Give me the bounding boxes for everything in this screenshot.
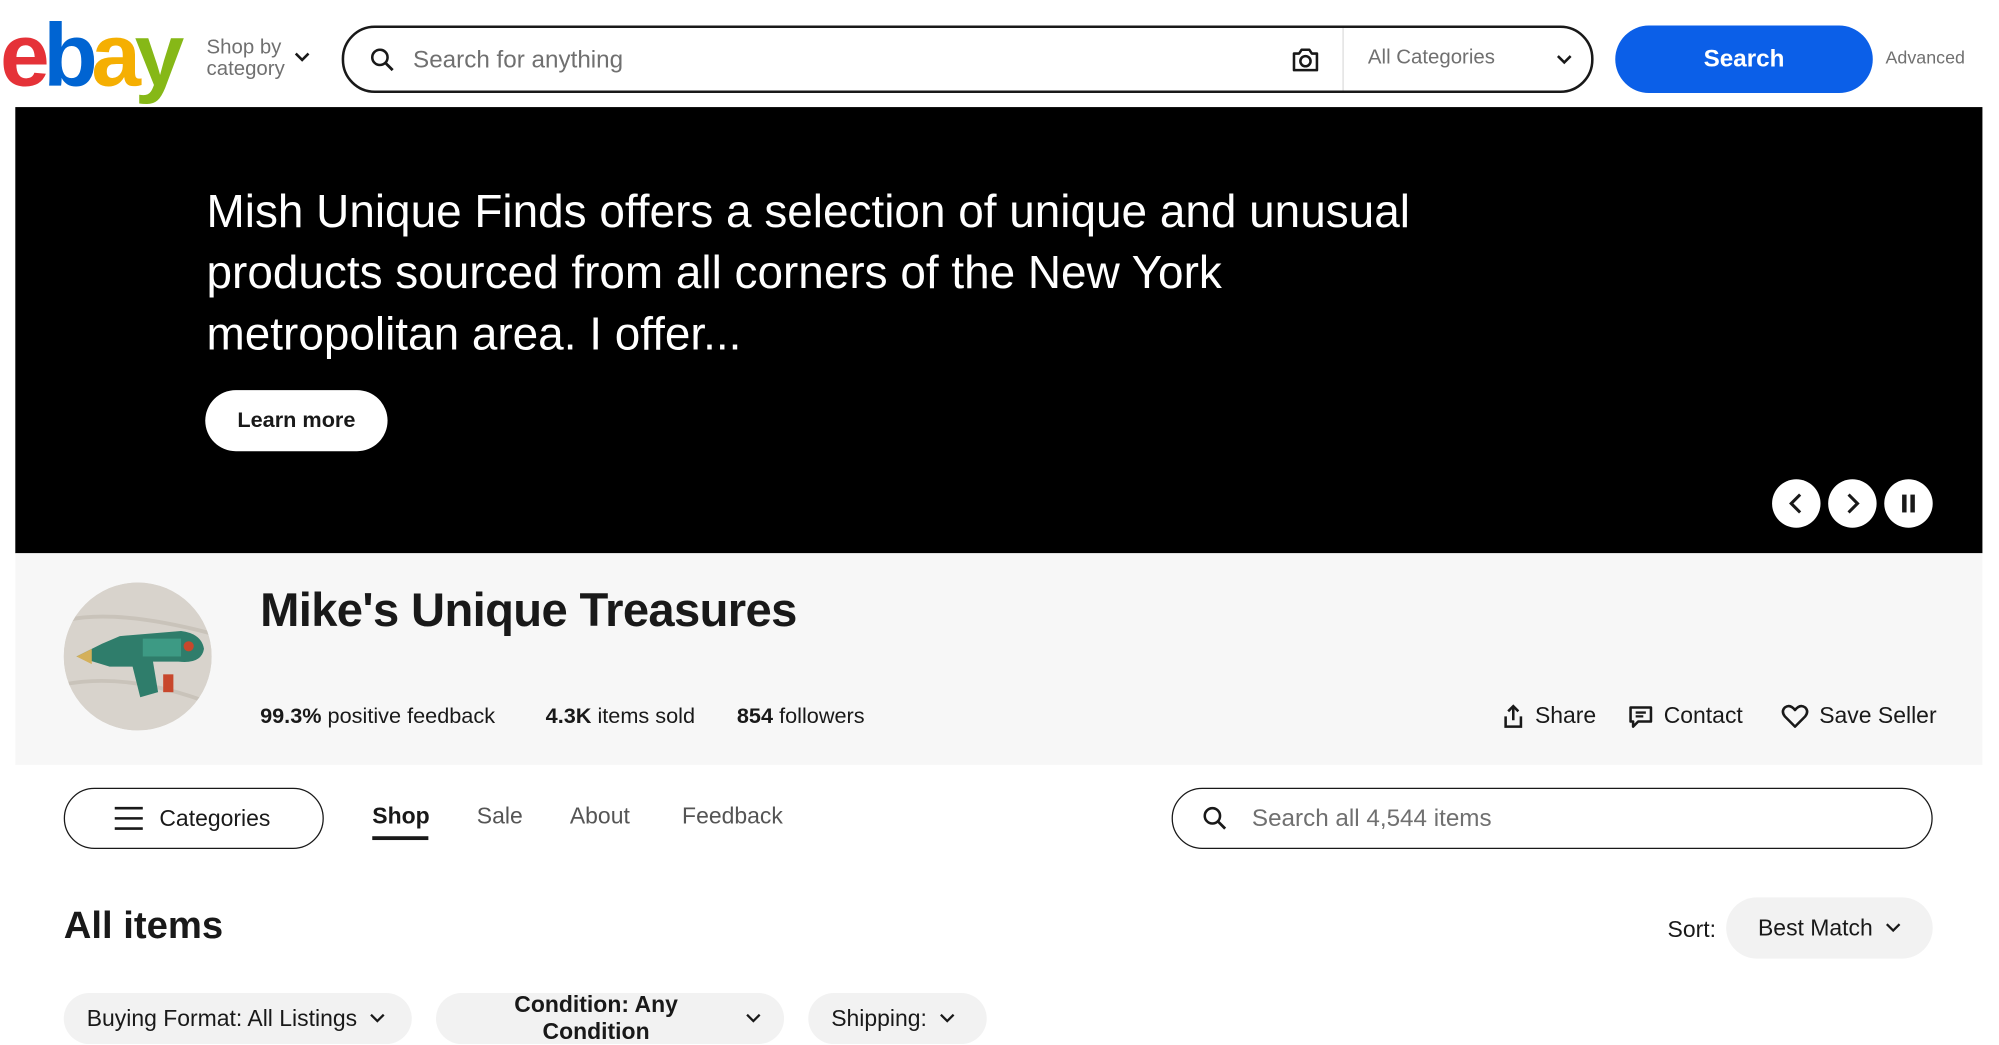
buying-format-filter[interactable]: Buying Format: All Listings bbox=[63, 993, 412, 1045]
tab-about[interactable]: About bbox=[570, 803, 630, 830]
heart-icon bbox=[1781, 704, 1809, 728]
search-button[interactable]: Search bbox=[1615, 25, 1873, 94]
items-sold-stat: 4.3K items sold bbox=[545, 703, 696, 728]
chevron-right-icon bbox=[1847, 493, 1860, 514]
condition-filter[interactable]: Condition: Any Condition bbox=[436, 992, 785, 1045]
banner-description: Mish Unique Finds offers a selection of … bbox=[206, 184, 1410, 360]
store-name: Mike's Unique Treasures bbox=[260, 583, 797, 637]
share-icon bbox=[1504, 703, 1523, 728]
chevron-down-icon[interactable] bbox=[1555, 54, 1573, 67]
shipping-filter[interactable]: Shipping: bbox=[808, 993, 987, 1045]
pause-slideshow-button[interactable] bbox=[1884, 479, 1933, 528]
chevron-left-icon bbox=[1789, 493, 1802, 514]
chevron-down-icon bbox=[940, 1013, 955, 1023]
learn-more-button[interactable]: Learn more bbox=[205, 390, 388, 452]
menu-icon bbox=[114, 806, 143, 830]
shop-by-category-button[interactable]: Shop by category bbox=[207, 37, 285, 80]
ray-gun-image bbox=[63, 582, 212, 731]
feedback-stat[interactable]: 99.3% positive feedback bbox=[260, 704, 495, 729]
contact-button[interactable]: Contact bbox=[1628, 702, 1743, 729]
next-slide-button[interactable] bbox=[1828, 479, 1877, 528]
ebay-logo[interactable]: ebay bbox=[0, 10, 184, 99]
pause-icon bbox=[1902, 494, 1915, 513]
chevron-down-icon bbox=[370, 1013, 385, 1023]
categories-button[interactable]: Categories bbox=[63, 787, 324, 849]
followers-stat: 854 followers bbox=[736, 703, 865, 728]
search-icon bbox=[370, 48, 394, 72]
page-title: All items bbox=[63, 905, 224, 948]
sort-dropdown[interactable]: Best Match bbox=[1726, 897, 1933, 959]
chevron-down-icon bbox=[1886, 923, 1901, 933]
search-input[interactable] bbox=[410, 40, 1283, 82]
active-tab-indicator bbox=[372, 836, 429, 841]
share-button[interactable]: Share bbox=[1502, 702, 1596, 729]
tab-sale[interactable]: Sale bbox=[477, 803, 523, 830]
camera-icon[interactable] bbox=[1290, 46, 1321, 74]
save-seller-button[interactable]: Save Seller bbox=[1781, 702, 1937, 729]
chevron-down-icon[interactable] bbox=[293, 51, 311, 64]
sort-label: Sort: bbox=[1667, 916, 1716, 943]
advanced-search-link[interactable]: Advanced bbox=[1886, 47, 1965, 67]
message-icon bbox=[1629, 705, 1653, 728]
tab-shop[interactable]: Shop bbox=[372, 803, 429, 830]
divider bbox=[1342, 28, 1344, 91]
category-select[interactable]: All Categories bbox=[1368, 47, 1495, 70]
chevron-down-icon bbox=[746, 1013, 761, 1023]
previous-slide-button[interactable] bbox=[1772, 479, 1821, 528]
store-search-input[interactable] bbox=[1249, 800, 1892, 839]
tab-feedback[interactable]: Feedback bbox=[682, 803, 783, 830]
store-avatar bbox=[63, 582, 212, 731]
search-icon bbox=[1203, 806, 1227, 830]
